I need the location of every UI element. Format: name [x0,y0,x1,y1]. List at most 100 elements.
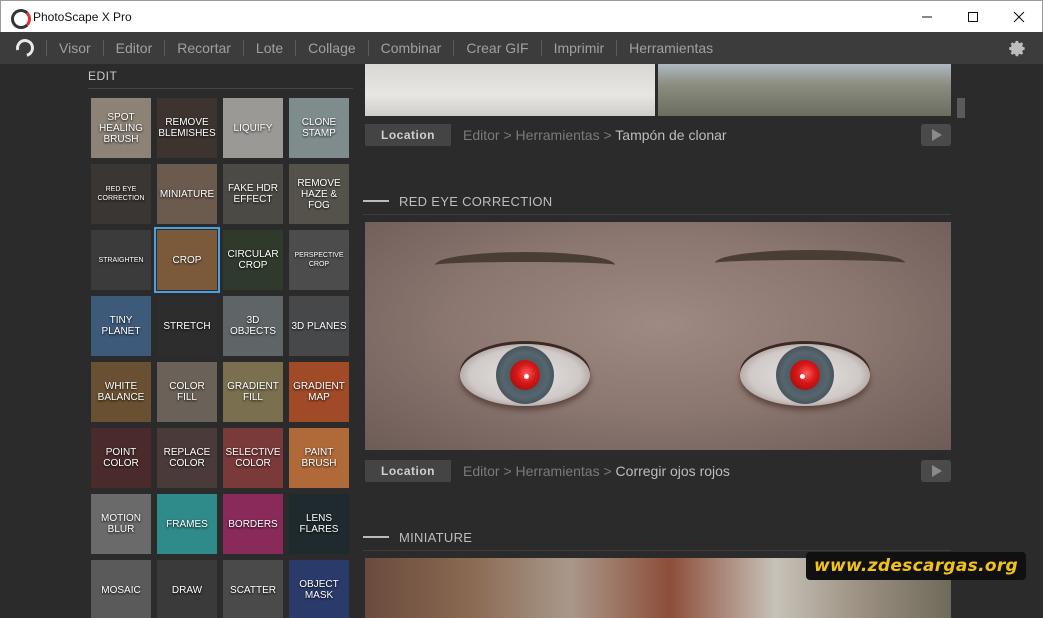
edit-heading: EDIT [88,69,118,83]
tool-tile-label: SELECTIVE COLOR [225,447,281,469]
tool-tile-remove-blemishes[interactable]: REMOVE BLEMISHES [157,98,217,158]
tool-tile-point-color[interactable]: POINT COLOR [91,428,151,488]
tool-tile-label: COLOR FILL [169,381,205,403]
preview-after-image [658,64,951,116]
section-title: MINIATURE [399,529,473,545]
home-logo-icon[interactable] [14,37,36,59]
tool-tile-label: LIQUIFY [233,122,273,134]
tool-tile-liquify[interactable]: LIQUIFY [223,98,283,158]
tool-tile-label: RED EYE CORRECTION [97,186,145,202]
tool-tile-label: MOSAIC [101,584,141,596]
menu-recortar[interactable]: Recortar [164,40,243,56]
tool-tile-red-eye-correction[interactable]: RED EYE CORRECTION [91,164,151,224]
tool-tile-selective-color[interactable]: SELECTIVE COLOR [223,428,283,488]
location-path: Editor > Herramientas > Corregir ojos ro… [463,463,730,479]
tool-tile-white-balance[interactable]: WHITE BALANCE [91,362,151,422]
tool-tile-mosaic[interactable]: MOSAIC [91,560,151,618]
tool-tile-remove-haze-fog[interactable]: REMOVE HAZE & FOG [289,164,349,224]
watermark-text: www.zdescargas.org [806,552,1026,580]
tool-tile-label: REMOVE HAZE & FOG [297,177,341,211]
clone-stamp-location-row: Location Editor > Herramientas > Tampón … [365,124,951,146]
tool-tile-motion-blur[interactable]: MOTION BLUR [91,494,151,554]
tool-tile-spot-healing-brush[interactable]: SPOT HEALING BRUSH [91,98,151,158]
menu-imprimir[interactable]: Imprimir [540,40,617,56]
tool-tile-straighten[interactable]: STRAIGHTEN [91,230,151,290]
tool-tile-scatter[interactable]: SCATTER [223,560,283,618]
tool-tile-borders[interactable]: BORDERS [223,494,283,554]
tool-tile-label: POINT COLOR [103,447,139,469]
content-scrollbar[interactable] [955,64,967,618]
tool-tile-draw[interactable]: DRAW [157,560,217,618]
menu-collage[interactable]: Collage [295,40,367,56]
edit-divider [88,88,353,89]
right-eyebrow [715,250,905,276]
tool-tile-label: REMOVE BLEMISHES [158,117,216,139]
tool-tile-paint-brush[interactable]: PAINT BRUSH [289,428,349,488]
maximize-icon[interactable] [950,1,996,33]
tool-tile-miniature[interactable]: MINIATURE [157,164,217,224]
play-video-button[interactable] [921,124,951,146]
section-title: RED EYE CORRECTION [399,193,553,209]
tool-tile-frames[interactable]: FRAMES [157,494,217,554]
location-button[interactable]: Location [365,460,451,482]
menu-crear-gif[interactable]: Crear GIF [453,40,540,56]
menu-herramientas[interactable]: Herramientas [616,40,725,56]
tool-tile-circular-crop[interactable]: CIRCULAR CROP [223,230,283,290]
tool-tile-label: LENS FLARES [299,513,339,535]
tool-tile-tiny-planet[interactable]: TINY PLANET [91,296,151,356]
tool-tile-label: CIRCULAR CROP [227,249,279,271]
right-eye [740,344,870,406]
location-button[interactable]: Location [365,124,451,146]
tool-tile-crop[interactable]: CROP [154,227,220,293]
location-path: Editor > Herramientas > Tampón de clonar [463,127,727,143]
tool-tile-color-fill[interactable]: COLOR FILL [157,362,217,422]
tool-grid: SPOT HEALING BRUSH REMOVE BLEMISHES LIQUIF… [91,98,353,618]
tool-tile-label: STRETCH [163,320,211,332]
path-editor: Editor [463,463,500,479]
tool-detail-panel: Location Editor > Herramientas > Tampón … [363,64,953,618]
play-video-button[interactable] [921,460,951,482]
tool-tile-label: FRAMES [166,518,208,530]
tool-tile-label: CLONE STAMP [301,117,337,139]
tool-tile-label: CROP [172,254,202,266]
tool-tile-object-mask[interactable]: OBJECT MASK [289,560,349,618]
tool-tile-label: REPLACE COLOR [163,447,211,469]
tool-tile-label: 3D PLANES [291,320,347,332]
tool-tile-stretch[interactable]: STRETCH [157,296,217,356]
section-dash [363,536,389,538]
menu-visor[interactable]: Visor [46,40,103,56]
tool-tile-clone-stamp[interactable]: CLONE STAMP [289,98,349,158]
red-eye-section-header: RED EYE CORRECTION [363,193,951,209]
tool-tile-replace-color[interactable]: REPLACE COLOR [157,428,217,488]
tool-tile-label: GRADIENT FILL [227,381,279,403]
tool-tile-label: 3D OBJECTS [229,315,277,337]
menu-combinar[interactable]: Combinar [367,40,454,56]
path-separator: > [603,463,612,479]
tool-tile-gradient-map[interactable]: GRADIENT MAP [289,362,349,422]
path-separator: > [603,127,612,143]
tool-tile-label: MINIATURE [159,188,215,200]
tool-tile-fake-hdr-effect[interactable]: FAKE HDR EFFECT [223,164,283,224]
red-eye-location-row: Location Editor > Herramientas > Corregi… [365,460,951,482]
path-editor: Editor [463,127,500,143]
tool-tile-label: OBJECT MASK [299,579,339,601]
tool-tile-lens-flares[interactable]: LENS FLARES [289,494,349,554]
section-dash [363,200,389,202]
preview-before-image [365,64,655,116]
minimize-icon[interactable] [904,1,950,33]
tool-tile-label: MOTION BLUR [101,513,141,535]
tool-tile-perspective-crop[interactable]: PERSPECTIVE CROP [289,230,349,290]
menu-lote[interactable]: Lote [242,40,295,56]
tool-tile-gradient-fill[interactable]: GRADIENT FILL [223,362,283,422]
menu-editor[interactable]: Editor [102,40,165,56]
close-icon[interactable] [996,1,1042,33]
tool-tile-label: PAINT BRUSH [301,447,337,469]
tool-tile-3d-objects[interactable]: 3D OBJECTS [223,296,283,356]
red-eye-preview-image [365,222,951,450]
miniature-section-header: MINIATURE [363,529,951,545]
gear-icon[interactable] [1005,37,1027,59]
title-bar: PhotoScape X Pro [0,0,1043,32]
scrollbar-thumb[interactable] [957,98,965,118]
tool-tile-3d-planes[interactable]: 3D PLANES [289,296,349,356]
app-logo-icon [10,8,31,29]
